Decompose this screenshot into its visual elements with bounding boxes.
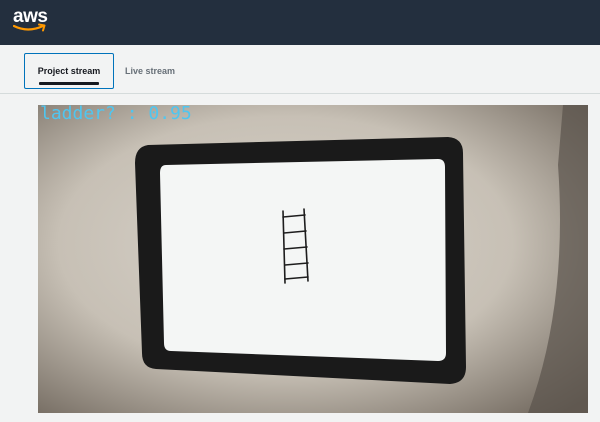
aws-smile-icon xyxy=(13,23,46,32)
top-navigation-bar: aws xyxy=(0,0,600,45)
tab-live-stream[interactable]: Live stream xyxy=(118,53,182,89)
tab-project-stream[interactable]: Project stream xyxy=(24,53,114,89)
active-tab-indicator xyxy=(39,82,99,85)
camera-image xyxy=(38,105,588,413)
video-stream-frame: ladder? : 0.95 xyxy=(38,105,588,413)
tab-live-stream-label: Live stream xyxy=(124,66,176,76)
detection-label: ladder? : 0.95 xyxy=(40,105,192,124)
aws-logo[interactable]: aws xyxy=(13,6,53,38)
tab-project-stream-label: Project stream xyxy=(37,66,101,76)
stream-tabs: Project stream Live stream xyxy=(0,45,600,94)
